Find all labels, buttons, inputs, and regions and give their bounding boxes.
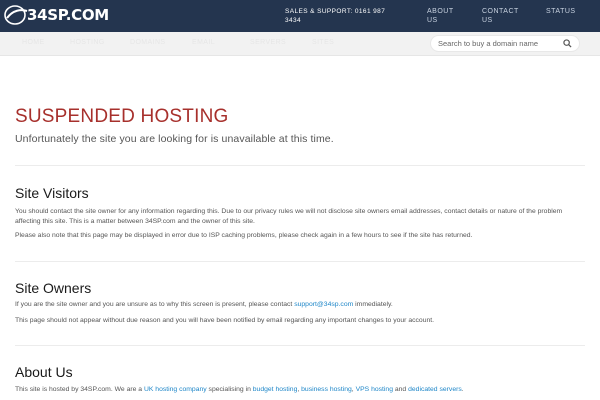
domain-search-input[interactable] <box>438 37 558 50</box>
top-header: 34SP.COM SALES & SUPPORT: 0161 987 3434 … <box>0 0 600 32</box>
about-us-link[interactable]: ABOUT US <box>427 7 454 25</box>
search-icon[interactable] <box>563 39 572 48</box>
nav-item-servers[interactable]: SERVERS <box>250 39 286 46</box>
nav-item-hosting[interactable]: HOSTING <box>70 39 105 46</box>
sales-support-phone: SALES & SUPPORT: 0161 987 3434 <box>285 7 395 25</box>
about-us-heading: About Us <box>15 364 73 380</box>
logo[interactable]: 34SP.COM <box>4 2 109 28</box>
business-hosting-link[interactable]: business hosting <box>301 386 352 393</box>
site-visitors-text-1: You should contact the site owner for an… <box>15 208 563 225</box>
page-subtitle: Unfortunately the site you are looking f… <box>15 133 334 145</box>
nav-item-domains[interactable]: DOMAINS <box>130 39 165 46</box>
sales-line-1: SALES & SUPPORT: 0161 987 <box>285 8 386 15</box>
site-visitors-heading: Site Visitors <box>15 185 89 201</box>
site-owners-text-1: If you are the site owner and you are un… <box>15 301 393 308</box>
logo-text: 34SP.COM <box>27 6 109 24</box>
status-link[interactable]: STATUS <box>546 7 576 16</box>
vps-hosting-link[interactable]: VPS hosting <box>356 386 393 393</box>
logo-swoosh-icon <box>4 5 28 25</box>
divider <box>15 345 585 346</box>
divider <box>15 165 585 166</box>
nav-item-email[interactable]: EMAIL <box>192 39 215 46</box>
nav-item-sites[interactable]: SITES <box>312 39 334 46</box>
sales-line-2: 3434 <box>285 17 302 24</box>
nav-item-home[interactable]: HOME <box>22 39 45 46</box>
dedicated-servers-link[interactable]: dedicated servers <box>408 386 462 393</box>
site-owners-text-2: This page should not appear without due … <box>15 317 435 324</box>
site-visitors-text-2: Please also note that this page may be d… <box>15 232 473 239</box>
support-email-link[interactable]: support@34sp.com <box>294 301 353 308</box>
site-owners-heading: Site Owners <box>15 280 92 296</box>
about-us-text: This site is hosted by 34SP.com. We are … <box>15 386 464 393</box>
page-title: SUSPENDED HOSTING <box>15 106 229 127</box>
divider <box>15 261 585 262</box>
contact-us-link[interactable]: CONTACT US <box>482 7 519 25</box>
budget-hosting-link[interactable]: budget hosting <box>253 386 298 393</box>
uk-hosting-link[interactable]: UK hosting company <box>144 386 207 393</box>
domain-search <box>430 35 580 52</box>
